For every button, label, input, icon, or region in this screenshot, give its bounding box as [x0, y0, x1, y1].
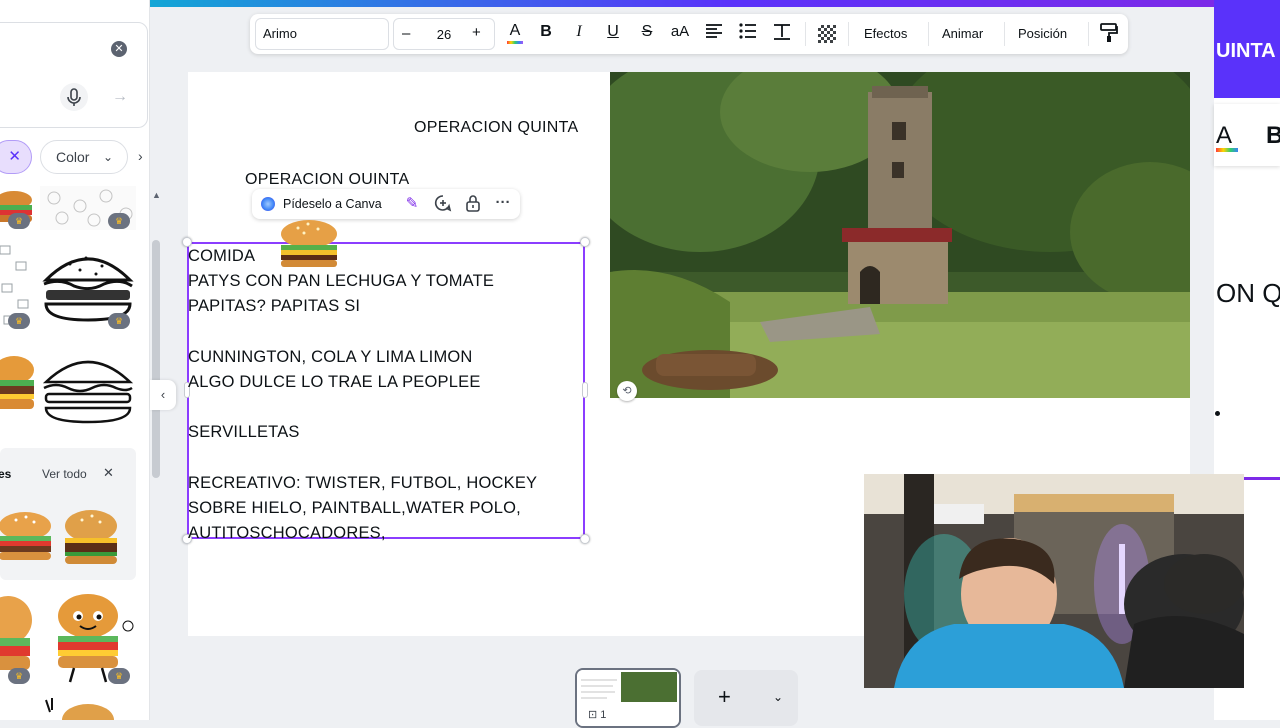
underline-icon[interactable]: U: [602, 23, 624, 41]
text-line: COMIDA: [188, 247, 256, 265]
text-line: RECREATIVO: TWISTER, FUTBOL, HOCKEY: [188, 473, 538, 492]
text-toolbar: Arimo – 26 + A B I U S aA Efectos Animar…: [250, 14, 1128, 54]
burger-sticker-thumb-1[interactable]: [0, 508, 54, 564]
toolbar-divider: [848, 22, 849, 46]
text-line: ALGO DULCE LO TRAE LA PEOPLEE: [188, 372, 481, 391]
preview-banner: UINTA: [1214, 0, 1280, 98]
premium-crown-icon: ♛: [108, 313, 130, 329]
close-section-icon[interactable]: ✕: [103, 465, 114, 481]
preview-heading: ON QU: [1216, 278, 1280, 308]
heading-text-duplicate[interactable]: OPERACION OUINTA: [245, 171, 410, 189]
decrease-size-button[interactable]: –: [402, 25, 410, 42]
chevron-right-icon[interactable]: ›: [138, 148, 143, 164]
burger-sticker-thumb-2[interactable]: [60, 508, 122, 566]
animate-button[interactable]: Animar: [942, 26, 983, 41]
selection-context-bar: Pídeselo a Canva ✎ ···: [252, 189, 520, 219]
submit-arrow-icon[interactable]: →: [106, 83, 134, 111]
premium-crown-icon: ♛: [8, 313, 30, 329]
burger-sticker-thumb-4[interactable]: [30, 696, 130, 720]
text-line: [188, 446, 584, 471]
elements-panel: ✕ → ✕ Color ⌄ › ♛ ♛ ♛ ♛ es Ver todo ✕ ♛ ♛: [0, 0, 150, 720]
text-line: SOBRE HIELO, PAINTBALL,WATER POLO,: [188, 498, 521, 517]
lock-icon[interactable]: [463, 194, 483, 216]
clear-search-icon[interactable]: ✕: [111, 41, 127, 57]
text-line: PAPITAS? PAPITAS SI: [188, 297, 361, 316]
strikethrough-icon[interactable]: S: [636, 23, 658, 41]
comment-icon[interactable]: [433, 194, 453, 216]
premium-crown-icon: ♛: [108, 668, 130, 684]
preview-bold-icon: B: [1266, 122, 1280, 149]
scroll-up-icon[interactable]: ▲: [152, 190, 161, 200]
color-filter-label: Color: [56, 149, 90, 165]
position-button[interactable]: Posición: [1018, 26, 1067, 41]
effects-button[interactable]: Efectos: [864, 26, 907, 41]
chevron-down-icon[interactable]: ⌄: [773, 690, 783, 704]
bold-icon[interactable]: B: [535, 23, 557, 41]
magic-edit-icon[interactable]: ✎: [402, 194, 422, 212]
rotate-icon[interactable]: ⟲: [617, 381, 637, 401]
search-box[interactable]: [0, 22, 148, 128]
burger-color-thumb[interactable]: [0, 352, 36, 422]
brand-gradient-bar: [0, 0, 1214, 7]
font-size-stepper: – 26 +: [393, 18, 495, 50]
text-line: [188, 320, 584, 345]
page-icon: ⊡: [588, 709, 601, 721]
align-left-icon[interactable]: [703, 23, 725, 44]
text-line: AUTITOSCHOCADORES,: [188, 524, 386, 543]
premium-crown-icon: ♛: [8, 668, 30, 684]
ask-canva-button[interactable]: Pídeselo a Canva: [283, 197, 382, 211]
preview-toolbar: A B: [1214, 104, 1280, 166]
collapse-panel-icon[interactable]: ‹: [150, 380, 176, 410]
see-all-link[interactable]: Ver todo: [42, 467, 87, 481]
text-line: PATYS CON PAN LECHUGA Y TOMATE: [188, 272, 495, 291]
text-line: SERVILLETAS: [188, 423, 300, 442]
chevron-down-icon: ⌄: [103, 150, 114, 164]
premium-crown-icon: ♛: [8, 213, 30, 229]
page-number-value: 1: [600, 709, 607, 721]
line-spacing-icon[interactable]: [771, 23, 793, 46]
microphone-icon[interactable]: [60, 83, 88, 111]
color-filter-chip[interactable]: Color ⌄: [40, 140, 128, 174]
toolbar-divider: [1004, 22, 1005, 46]
text-color-icon[interactable]: A: [504, 22, 526, 46]
toolbar-divider: [1088, 22, 1089, 46]
text-line: CUNNINGTON, COLA Y LIMA LIMON: [188, 347, 473, 366]
copy-style-icon[interactable]: [1098, 23, 1120, 48]
bullet-list-icon[interactable]: [737, 23, 759, 44]
text-box-content[interactable]: COMIDA PATYS CON PAN LECHUGA Y TOMATE PA…: [188, 244, 584, 546]
increase-size-button[interactable]: +: [472, 24, 481, 41]
preview-dot: [1215, 411, 1220, 416]
section-title: es: [0, 467, 12, 481]
toolbar-divider: [805, 22, 806, 46]
letter-case-icon[interactable]: aA: [669, 23, 691, 40]
webcam-overlay: [864, 474, 1244, 688]
toolbar-divider: [928, 22, 929, 46]
font-family-select[interactable]: Arimo: [255, 18, 389, 50]
heading-text[interactable]: OPERACION QUINTA: [414, 119, 579, 137]
panel-scrollbar[interactable]: [152, 240, 160, 478]
magic-ai-icon: [261, 197, 275, 211]
burger-sticker[interactable]: [278, 218, 340, 268]
burger-lineart-thumb[interactable]: [40, 348, 136, 426]
transparency-icon[interactable]: [818, 25, 836, 43]
text-line: [188, 395, 584, 420]
premium-crown-icon: ♛: [108, 213, 130, 229]
remove-filter-chip[interactable]: ✕: [0, 140, 32, 174]
plus-icon[interactable]: +: [718, 684, 731, 710]
font-size-value[interactable]: 26: [430, 27, 458, 42]
italic-icon[interactable]: I: [568, 23, 590, 41]
preview-color-bar: [1216, 148, 1238, 152]
park-tower-photo[interactable]: [610, 72, 1190, 398]
page-number: ⊡ 1: [588, 708, 606, 721]
more-options-icon[interactable]: ···: [493, 194, 513, 211]
preview-text-color-icon: A: [1216, 122, 1233, 149]
